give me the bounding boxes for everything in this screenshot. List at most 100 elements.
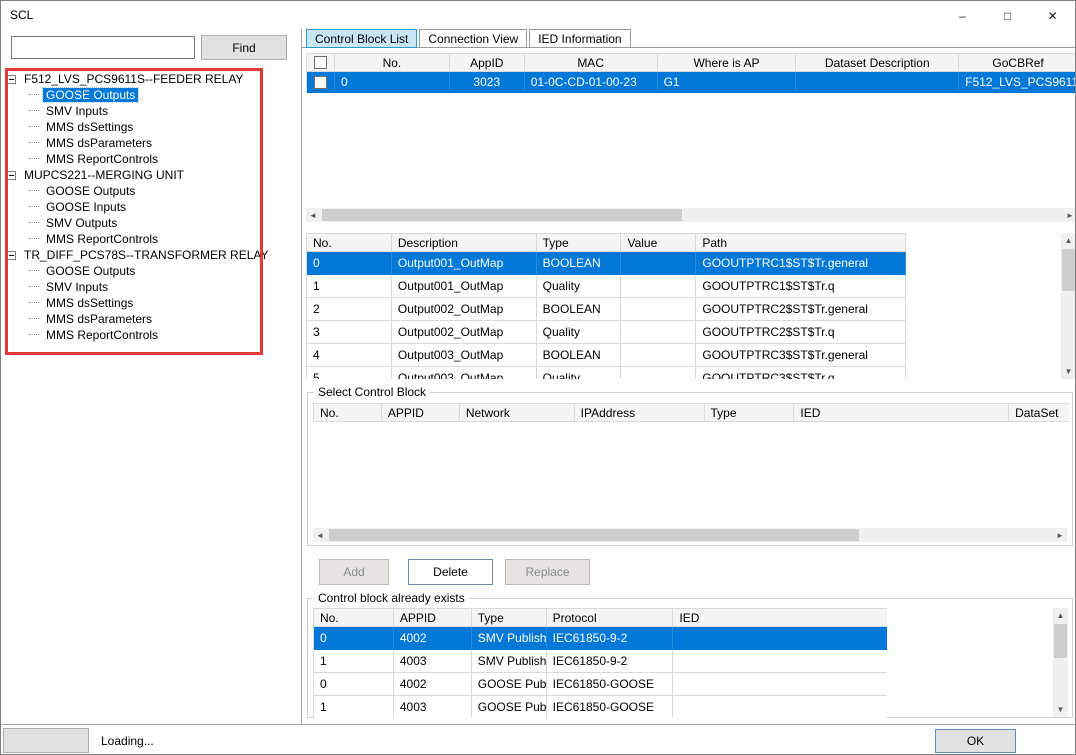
column-header-network[interactable]: Network — [460, 403, 575, 422]
scroll-thumb[interactable] — [1054, 624, 1067, 658]
ok-button[interactable]: OK — [935, 729, 1016, 753]
add-button[interactable]: Add — [319, 559, 389, 585]
header-checkbox[interactable] — [314, 56, 327, 69]
cell-appid: 4002 — [394, 627, 472, 650]
table-row[interactable]: 0 3023 01-0C-CD-01-00-23 G1 F512_LVS_PCS… — [306, 72, 1076, 93]
tab-control-block-list[interactable]: Control Block List — [306, 29, 417, 48]
table-row[interactable]: 5 Output003_OutMap Quality GOOUTPTRC3$ST… — [306, 367, 906, 379]
table-row[interactable]: 1 4003 SMV Publish IEC61850-9-2 — [313, 650, 887, 673]
column-header-no[interactable]: No. — [307, 233, 392, 252]
cell-type: SMV Publish — [472, 627, 547, 650]
tree-item-mms-dsparameters[interactable]: MMS dsParameters — [7, 311, 299, 327]
column-header-appid[interactable]: APPID — [394, 608, 472, 627]
scroll-right-arrow[interactable]: ► — [1063, 208, 1076, 222]
scroll-thumb[interactable] — [1062, 249, 1075, 291]
collapse-icon[interactable] — [7, 75, 16, 84]
column-header-path[interactable]: Path — [696, 233, 906, 252]
tree-item-mms-dsparameters[interactable]: MMS dsParameters — [7, 135, 299, 151]
tree-item-ied[interactable]: TR_DIFF_PCS78S--TRANSFORMER RELAY — [7, 247, 299, 263]
column-header-ied[interactable]: IED — [794, 403, 1009, 422]
tree-item-goose-outputs[interactable]: GOOSE Outputs — [7, 263, 299, 279]
find-input[interactable] — [11, 36, 195, 59]
statusbar-divider — [1, 724, 1075, 725]
cell-appid: 4002 — [394, 673, 472, 696]
tree-item-mms-dssettings[interactable]: MMS dsSettings — [7, 295, 299, 311]
group-label: Select Control Block — [314, 385, 430, 399]
tree-item-smv-inputs[interactable]: SMV Inputs — [7, 103, 299, 119]
column-header-ied[interactable]: IED — [673, 608, 887, 627]
column-header-gocbref[interactable]: GoCBRef — [959, 53, 1076, 72]
table-row[interactable]: 0 4002 SMV Publish IEC61850-9-2 — [313, 627, 887, 650]
scroll-up-arrow[interactable]: ▲ — [1061, 233, 1076, 248]
table-row[interactable]: 0 4002 GOOSE Publ... IEC61850-GOOSE — [313, 673, 887, 696]
column-header-where-ap[interactable]: Where is AP — [658, 53, 797, 72]
column-header-no[interactable]: No. — [335, 53, 450, 72]
column-header-ipaddress[interactable]: IPAddress — [575, 403, 705, 422]
tree-item-goose-outputs[interactable]: GOOSE Outputs — [7, 183, 299, 199]
cell-protocol: IEC61850-9-2 — [547, 650, 674, 673]
cell-path: GOOUTPTRC1$ST$Tr.q — [696, 275, 906, 298]
column-header-value[interactable]: Value — [621, 233, 696, 252]
scroll-right-arrow[interactable]: ► — [1053, 528, 1067, 542]
tree-item-mms-dssettings[interactable]: MMS dsSettings — [7, 119, 299, 135]
column-header-type[interactable]: Type — [472, 608, 547, 627]
panel-divider — [301, 29, 302, 724]
tab-connection-view[interactable]: Connection View — [419, 29, 527, 48]
tree-item-smv-inputs[interactable]: SMV Inputs — [7, 279, 299, 295]
scroll-thumb[interactable] — [322, 209, 682, 221]
table-row[interactable]: 1 4003 GOOSE Publ... IEC61850-GOOSE — [313, 696, 887, 718]
table-row[interactable]: 2 Output002_OutMap BOOLEAN GOOUTPTRC2$ST… — [306, 298, 906, 321]
table-row[interactable]: 4 Output003_OutMap BOOLEAN GOOUTPTRC3$ST… — [306, 344, 906, 367]
tree-item-goose-inputs[interactable]: GOOSE Inputs — [7, 199, 299, 215]
table-row[interactable]: 3 Output002_OutMap Quality GOOUTPTRC2$ST… — [306, 321, 906, 344]
column-header-appid[interactable]: APPID — [382, 403, 460, 422]
tree-item-goose-outputs[interactable]: GOOSE Outputs — [7, 87, 299, 103]
tree-item-ied[interactable]: MUPCS221--MERGING UNIT — [7, 167, 299, 183]
minimize-button[interactable]: – — [940, 1, 985, 30]
cell-path: GOOUTPTRC1$ST$Tr.general — [696, 252, 906, 275]
scroll-down-arrow[interactable]: ▼ — [1053, 702, 1068, 717]
scroll-left-arrow[interactable]: ◄ — [306, 208, 320, 222]
goose-cb-header: No. AppID MAC Where is AP Dataset Descri… — [306, 53, 1076, 72]
cell-description: Output002_OutMap — [392, 298, 537, 321]
tree-connector — [29, 318, 39, 320]
cell-appid: 4003 — [394, 650, 472, 673]
status-button[interactable] — [3, 728, 89, 753]
column-header-type[interactable]: Type — [537, 233, 622, 252]
column-header-no[interactable]: No. — [314, 403, 382, 422]
scroll-up-arrow[interactable]: ▲ — [1053, 608, 1068, 623]
close-button[interactable]: ✕ — [1030, 1, 1075, 30]
column-header-mac[interactable]: MAC — [525, 53, 658, 72]
tree-item-mms-reportcontrols[interactable]: MMS ReportControls — [7, 327, 299, 343]
collapse-icon[interactable] — [7, 251, 16, 260]
tree-item-ied[interactable]: F512_LVS_PCS9611S--FEEDER RELAY — [7, 71, 299, 87]
replace-button[interactable]: Replace — [505, 559, 590, 585]
scroll-left-arrow[interactable]: ◄ — [313, 528, 327, 542]
collapse-icon[interactable] — [7, 171, 16, 180]
column-header-type[interactable]: Type — [705, 403, 795, 422]
column-header-dataset[interactable]: DataSet — [1009, 403, 1069, 422]
tab-ied-information[interactable]: IED Information — [529, 29, 630, 48]
signal-rows-viewport: 0 Output001_OutMap BOOLEAN GOOUTPTRC1$ST… — [306, 252, 906, 379]
scroll-thumb[interactable] — [329, 529, 859, 541]
tree-connector — [29, 94, 39, 96]
table-row[interactable]: 0 Output001_OutMap BOOLEAN GOOUTPTRC1$ST… — [306, 252, 906, 275]
column-header-appid[interactable]: AppID — [450, 53, 525, 72]
delete-button[interactable]: Delete — [408, 559, 493, 585]
table-row[interactable]: 1 Output001_OutMap Quality GOOUTPTRC1$ST… — [306, 275, 906, 298]
column-header-no[interactable]: No. — [314, 608, 394, 627]
column-header-protocol[interactable]: Protocol — [547, 608, 674, 627]
v-scrollbar[interactable]: ▲ ▼ — [1061, 233, 1076, 379]
tree-item-smv-outputs[interactable]: SMV Outputs — [7, 215, 299, 231]
column-header-dataset-desc[interactable]: Dataset Description — [796, 53, 959, 72]
find-button[interactable]: Find — [201, 35, 287, 60]
row-checkbox[interactable] — [314, 76, 327, 89]
maximize-button[interactable]: □ — [985, 1, 1030, 30]
column-header-description[interactable]: Description — [392, 233, 537, 252]
v-scrollbar[interactable]: ▲ ▼ — [1053, 608, 1068, 717]
tree-item-mms-reportcontrols[interactable]: MMS ReportControls — [7, 231, 299, 247]
tree-item-mms-reportcontrols[interactable]: MMS ReportControls — [7, 151, 299, 167]
scroll-down-arrow[interactable]: ▼ — [1061, 364, 1076, 379]
h-scrollbar[interactable]: ◄ ► — [306, 208, 1076, 222]
h-scrollbar[interactable]: ◄ ► — [313, 528, 1067, 542]
